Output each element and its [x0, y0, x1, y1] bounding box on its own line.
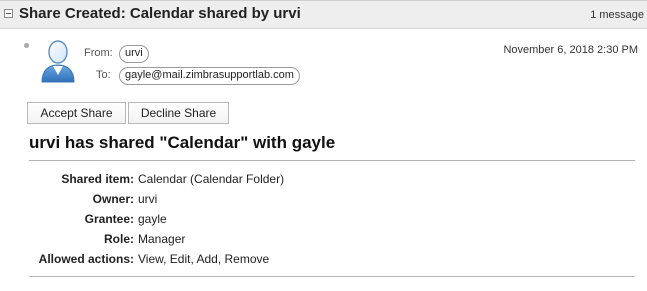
detail-value: View, Edit, Add, Remove [138, 252, 270, 266]
unread-dot-icon[interactable] [24, 43, 29, 48]
detail-label: Role: [104, 232, 134, 246]
conversation-header: Share Created: Calendar shared by urvi 1… [0, 0, 647, 29]
from-label: From: [84, 47, 113, 59]
conversation-subject: Share Created: Calendar shared by urvi [19, 5, 301, 22]
to-label: To: [96, 69, 111, 81]
message-view: Share Created: Calendar shared by urvi 1… [0, 0, 647, 291]
detail-label: Owner: [92, 192, 134, 206]
message-date: November 6, 2018 2:30 PM [503, 44, 638, 56]
detail-value: Calendar (Calendar Folder) [138, 172, 285, 186]
divider [29, 276, 635, 277]
divider [29, 160, 635, 161]
from-address-pill[interactable]: urvi [119, 45, 149, 63]
message-count: 1 message [590, 9, 644, 21]
detail-label: Allowed actions: [38, 252, 134, 266]
detail-value: Manager [138, 232, 186, 246]
detail-value: gayle [138, 212, 167, 226]
to-address-pill[interactable]: gayle@mail.zimbrasupportlab.com [119, 67, 300, 85]
collapse-icon[interactable] [4, 9, 13, 18]
decline-share-button[interactable]: Decline Share [128, 102, 229, 124]
detail-label: Grantee: [84, 212, 134, 226]
accept-share-button[interactable]: Accept Share [27, 102, 126, 124]
user-avatar-icon [41, 40, 75, 83]
share-title: urvi has shared "Calendar" with gayle [29, 133, 336, 152]
detail-label: Shared item: [61, 172, 134, 186]
detail-value: urvi [138, 192, 158, 206]
